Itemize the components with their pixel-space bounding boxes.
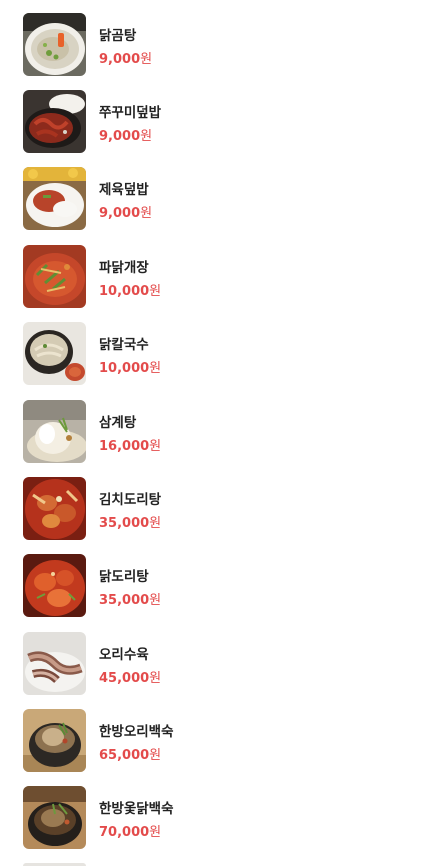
menu-item-padak-gaejang[interactable]: 파닭개장 10,000원 [23,245,413,309]
currency-suffix: 원 [149,361,162,376]
menu-item-photo [23,245,86,308]
menu-item-dak-doritang[interactable]: 닭도리탕 35,000원 [23,554,413,618]
menu-item-hanbang-otdak-baeksuk[interactable]: 한방옻닭백숙 70,000원 [23,786,413,850]
menu-item-kimchi-doritang[interactable]: 김치도리탕 35,000원 [23,477,413,541]
menu-item-name: 제육덮밥 [99,182,149,198]
menu-item-price: 9,000원 [99,202,152,221]
price-value: 35,000 [99,516,150,531]
currency-suffix: 원 [149,593,162,608]
price-value: 70,000 [99,825,150,840]
menu-item-name: 한방옻닭백숙 [99,801,174,817]
price-value: 10,000 [99,361,150,376]
menu-item-photo [23,786,86,849]
price-value: 16,000 [99,439,150,454]
currency-suffix: 원 [149,825,162,840]
menu-item-photo [23,13,86,76]
price-value: 10,000 [99,284,150,299]
menu-item-price: 45,000원 [99,667,161,686]
currency-suffix: 원 [149,748,162,763]
menu-item-jjukkumi-deopbap[interactable]: 쭈꾸미덮밥 9,000원 [23,90,413,154]
price-value: 9,000 [99,129,141,144]
menu-item-photo [23,709,86,772]
menu-item-name: 닭칼국수 [99,337,149,353]
price-value: 45,000 [99,671,150,686]
menu-item-price: 35,000원 [99,589,161,608]
menu-item-name: 파닭개장 [99,260,149,276]
menu-item-photo [23,322,86,385]
price-value: 65,000 [99,748,150,763]
menu-item-name: 한방오리백숙 [99,724,174,740]
currency-suffix: 원 [149,516,162,531]
menu-item-price: 9,000원 [99,48,152,67]
menu-item-price: 65,000원 [99,744,161,763]
price-value: 35,000 [99,593,150,608]
menu-item-name: 오리수육 [99,647,149,663]
menu-item-jeyuk-deopbap[interactable]: 제육덮밥 9,000원 [23,167,413,231]
currency-suffix: 원 [149,284,162,299]
currency-suffix: 원 [140,52,153,67]
menu-item-name: 닭곰탕 [99,28,137,44]
currency-suffix: 원 [140,206,153,221]
currency-suffix: 원 [140,129,153,144]
menu-item-hanbang-ori-baeksuk[interactable]: 한방오리백숙 65,000원 [23,709,413,773]
menu-item-price: 9,000원 [99,125,152,144]
menu-item-name: 삼계탕 [99,415,137,431]
menu-item-name: 쭈꾸미덮밥 [99,105,162,121]
menu-item-samgyetang[interactable]: 삼계탕 16,000원 [23,400,413,464]
menu-item-photo [23,400,86,463]
menu-item-name: 김치도리탕 [99,492,162,508]
price-value: 9,000 [99,206,141,221]
menu-item-price: 16,000원 [99,435,161,454]
menu-item-photo [23,477,86,540]
menu-item-price: 10,000원 [99,357,161,376]
menu-item-photo [23,90,86,153]
menu-item-price: 35,000원 [99,512,161,531]
menu-item-price: 10,000원 [99,280,161,299]
currency-suffix: 원 [149,671,162,686]
menu-item-dak-kalguksu[interactable]: 닭칼국수 10,000원 [23,322,413,386]
menu-item-price: 70,000원 [99,821,161,840]
menu-item-photo [23,632,86,695]
menu-item-ori-suyuk[interactable]: 오리수육 45,000원 [23,632,413,696]
menu-item-photo [23,167,86,230]
menu-item-photo [23,554,86,617]
menu-item-name: 닭도리탕 [99,569,149,585]
currency-suffix: 원 [149,439,162,454]
menu-item-dakgomtang[interactable]: 닭곰탕 9,000원 [23,13,413,77]
price-value: 9,000 [99,52,141,67]
